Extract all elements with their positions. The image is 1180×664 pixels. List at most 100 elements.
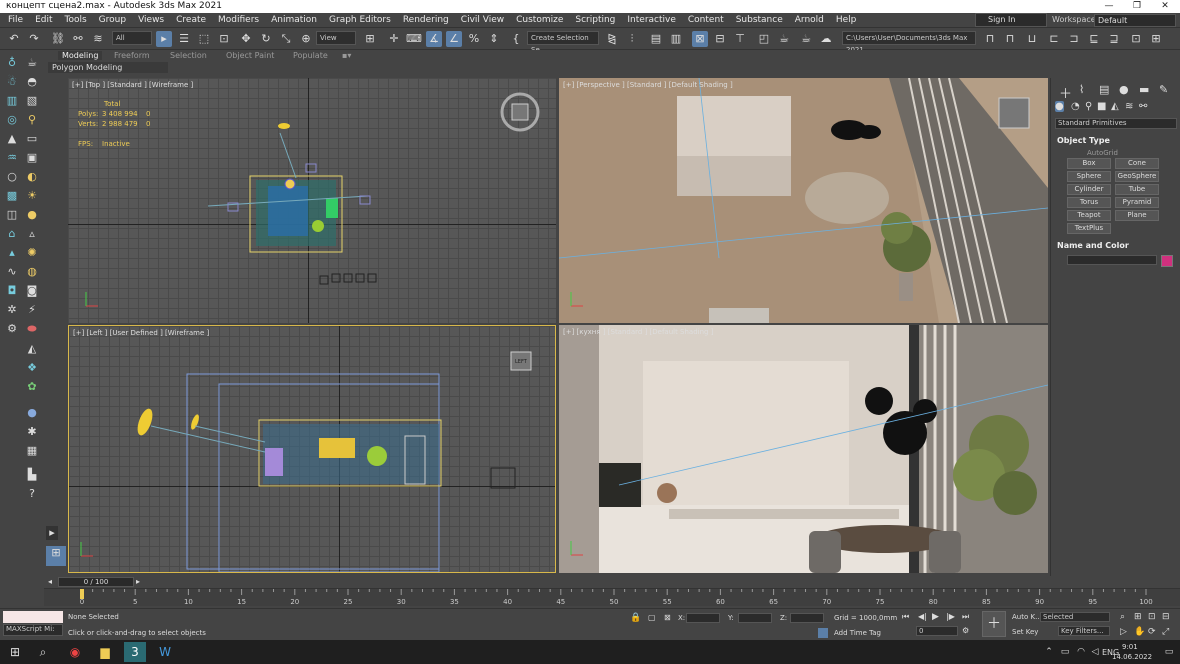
menu-rendering[interactable]: Rendering [397, 15, 455, 25]
primitive-teapot-button[interactable]: Teapot [1067, 210, 1111, 221]
maxscript-field[interactable]: MAXScript Mi: [3, 624, 63, 636]
orbit-icon[interactable]: ⟳ [1148, 627, 1156, 637]
viewport-perspective[interactable]: [+] [Perspective ] [Standard ] [Default … [559, 78, 1048, 323]
menu-tools[interactable]: Tools [59, 15, 93, 25]
viewport-top[interactable]: [+] [Top ] [Standard ] [Wireframe ] Tota… [68, 78, 556, 323]
primitive-cylinder-button[interactable]: Cylinder [1067, 184, 1111, 195]
viewport-camera[interactable]: [+] [кухня ] [Standard ] [Default Shadin… [559, 325, 1048, 573]
viewport-label-camera[interactable]: [+] [кухня ] [Standard ] [Default Shadin… [563, 328, 713, 336]
render-frame-icon[interactable]: ☕ [776, 31, 792, 47]
ribbon-tab-freeform[interactable]: Freeform [114, 51, 150, 60]
primitive-type-dropdown[interactable]: Standard Primitives [1055, 118, 1177, 129]
utility-icon[interactable]: ▙ [24, 468, 40, 482]
previous-key-icon[interactable]: ◀| [918, 612, 927, 621]
search-icon[interactable]: ⌕ [34, 644, 52, 660]
plane-icon[interactable]: ▭ [24, 132, 40, 146]
sphere-icon[interactable]: ◓ [24, 75, 40, 89]
primitive-tube-button[interactable]: Tube [1115, 184, 1159, 195]
geometry-icon[interactable]: ● [1055, 101, 1064, 112]
helper-icon[interactable]: ⌂ [4, 227, 20, 241]
select-by-name-icon[interactable]: ☰ [176, 31, 192, 47]
current-frame-marker[interactable] [80, 589, 84, 599]
x-coordinate-field[interactable] [686, 613, 720, 623]
render-online-icon[interactable]: ☁ [818, 31, 834, 47]
spot-icon[interactable]: ◐ [24, 170, 40, 184]
prev-frame-icon[interactable]: ◂ [48, 577, 52, 586]
pyramid-icon[interactable]: ▴ [4, 246, 20, 260]
maximize-viewport-icon[interactable]: ⤢ [1162, 627, 1169, 637]
spacewarps-icon[interactable]: ≋ [1125, 101, 1133, 112]
ribbon-options-icon[interactable]: ▪▾ [342, 51, 351, 60]
lamp-icon[interactable]: ⚲ [24, 113, 40, 127]
move-icon[interactable]: ✥ [238, 31, 254, 47]
ribbon-tab-selection[interactable]: Selection [170, 51, 207, 60]
angle-snap-icon[interactable]: ∠ [446, 31, 462, 47]
lock-icon[interactable]: 🔒 [630, 613, 641, 623]
particles-icon[interactable]: ✲ [4, 303, 20, 317]
fov-icon[interactable]: ▷ [1120, 627, 1127, 637]
layer-explorer-icon[interactable]: ▤ [648, 31, 664, 47]
curve-editor-icon[interactable]: ⊠ [692, 31, 708, 47]
shapes-icon[interactable]: ◔ [1071, 101, 1080, 112]
workspace-icon-5[interactable]: ⊡ [1128, 31, 1144, 47]
named-selection-icon[interactable]: { [508, 31, 524, 47]
ribbon-tab-object-paint[interactable]: Object Paint [226, 51, 274, 60]
ribbon-tab-modeling[interactable]: Modeling [58, 51, 103, 60]
autogrid-checkbox[interactable]: AutoGrid [1087, 149, 1118, 157]
sign-in-button[interactable]: Sign In [975, 13, 1047, 27]
omni-light-icon[interactable]: ✺ [24, 246, 40, 260]
workspaces-dropdown[interactable]: Default [1094, 14, 1176, 27]
menu-group[interactable]: Group [93, 15, 132, 25]
3dsmax-taskbar-icon[interactable]: 3 [124, 642, 146, 662]
hierarchy-tab-icon[interactable]: ▤ [1099, 83, 1109, 96]
menu-help[interactable]: Help [830, 15, 863, 25]
add-time-tag[interactable]: Add Time Tag [834, 629, 881, 637]
absolute-mode-icon[interactable]: ⊠ [664, 613, 671, 622]
link-icon[interactable]: ⛓ [50, 31, 66, 47]
motion-tab-icon[interactable]: ● [1119, 83, 1129, 96]
restore-button[interactable]: ❐ [1124, 0, 1150, 13]
menu-animation[interactable]: Animation [265, 15, 323, 25]
menu-create[interactable]: Create [170, 15, 212, 25]
box-icon[interactable]: ▧ [24, 94, 40, 108]
material-editor-icon[interactable]: ⊤ [732, 31, 748, 47]
menu-graph-editors[interactable]: Graph Editors [323, 15, 397, 25]
workspace-icon-4[interactable]: ⊒ [1106, 31, 1122, 47]
key-set-dropdown[interactable]: Selected [1040, 612, 1110, 622]
zoom-extents-all-icon[interactable]: ⊟ [1162, 612, 1170, 622]
select-manipulate-icon[interactable]: ✛ [386, 31, 402, 47]
project-folder-icon[interactable]: ⊓ [982, 31, 998, 47]
viewport-layout-icon[interactable]: ⊞ [46, 546, 66, 566]
container-icon[interactable]: ⊔ [1024, 31, 1040, 47]
torus-icon[interactable]: ◎ [4, 113, 20, 127]
create-light-icon[interactable]: ♁ [4, 56, 20, 70]
capsule-icon[interactable]: ⬬ [24, 322, 40, 336]
create-tab-icon[interactable]: ＋ [1059, 83, 1072, 102]
menu-views[interactable]: Views [132, 15, 170, 25]
object-type-header[interactable]: Object Type [1057, 136, 1110, 145]
window-crossing-icon[interactable]: ⊡ [216, 31, 232, 47]
word-icon[interactable]: W [156, 644, 174, 660]
ribbon-panel[interactable]: Polygon Modeling [48, 62, 168, 73]
undo-icon[interactable]: ↶ [6, 31, 22, 47]
spinner-snap-icon[interactable]: ⇕ [486, 31, 502, 47]
primitive-plane-button[interactable]: Plane [1115, 210, 1159, 221]
play-icon[interactable]: ▶ [932, 612, 939, 622]
render-setup-icon[interactable]: ◰ [756, 31, 772, 47]
viewport-left[interactable]: [+] [Left ] [User Defined ] [Wireframe ]… [68, 325, 556, 573]
menu-substance[interactable]: Substance [730, 15, 789, 25]
menu-edit[interactable]: Edit [29, 15, 58, 25]
next-frame-icon[interactable]: ▸ [136, 577, 140, 586]
close-button[interactable]: ✕ [1152, 0, 1178, 13]
menu-arnold[interactable]: Arnold [789, 15, 830, 25]
viewport-label-perspective[interactable]: [+] [Perspective ] [Standard ] [Default … [563, 81, 733, 89]
go-to-end-icon[interactable]: ⏭ [962, 612, 969, 622]
track-bar[interactable]: 0 5 10 15 20 25 30 35 40 45 50 55 60 65 70 75 80 85 90 95 10… [44, 588, 1180, 606]
menu-content[interactable]: Content [682, 15, 730, 25]
zoom-icon[interactable]: ⌕ [1120, 612, 1125, 622]
workspace-icon-1[interactable]: ⊏ [1046, 31, 1062, 47]
cone-small-icon[interactable]: ▵ [24, 227, 40, 241]
primitive-torus-button[interactable]: Torus [1067, 197, 1111, 208]
zoom-extents-icon[interactable]: ⊡ [1148, 612, 1156, 622]
display-tab-icon[interactable]: ▬ [1139, 83, 1149, 96]
